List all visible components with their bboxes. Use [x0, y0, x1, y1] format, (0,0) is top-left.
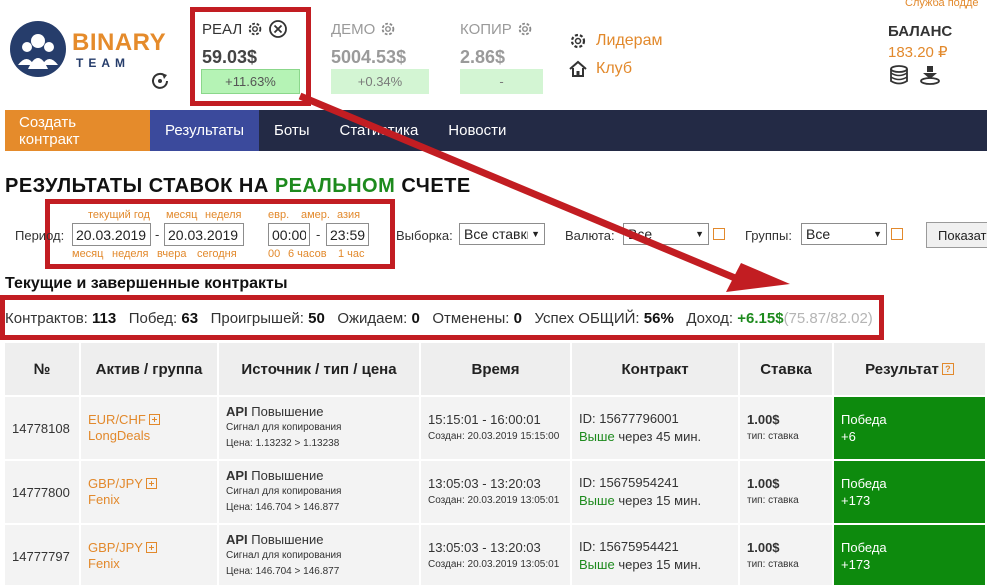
source-line: API Повышение — [226, 468, 324, 483]
asset-link[interactable]: GBP/JPY — [88, 540, 210, 556]
wins-label: Побед: — [128, 310, 178, 327]
row-result-cell: Победа +173 — [834, 461, 987, 523]
col-number[interactable]: № — [5, 343, 81, 395]
result-value: +173 — [841, 557, 871, 572]
col-stake[interactable]: Ставка — [740, 343, 834, 395]
col-time[interactable]: Время — [421, 343, 572, 395]
table-header: № Актив / группа Источник / тип / цена В… — [5, 343, 987, 395]
expand-icon — [148, 414, 160, 425]
asset-link[interactable]: EUR/CHF — [88, 412, 210, 428]
row-id: 14777800 — [5, 461, 81, 523]
cancelled-label: Отменены: — [432, 310, 510, 327]
row-stake-cell: 1.00$ тип: ставка — [740, 397, 834, 459]
stake-type: тип: ставка — [747, 559, 799, 570]
col-source[interactable]: Источник / тип / цена — [219, 343, 421, 395]
group-link[interactable]: Fenix — [88, 556, 210, 572]
section-title: Текущие и завершенные контракты — [5, 275, 288, 292]
row-result-cell: Победа +173 — [834, 525, 987, 585]
row-source-cell: API Повышение Сигнал для копирования Цен… — [219, 461, 421, 523]
contract-id: ID: 15677796001 — [579, 411, 679, 426]
table-row[interactable]: 14778108 EUR/CHF LongDeals API Повышение… — [5, 397, 987, 459]
table-row[interactable]: 14777797 GBP/JPY Fenix API Повышение Сиг… — [5, 525, 987, 585]
row-asset-cell: EUR/CHF LongDeals — [81, 397, 219, 459]
result-label: Победа — [841, 412, 887, 427]
row-asset-cell: GBP/JPY Fenix — [81, 461, 219, 523]
col-result[interactable]: Результат? — [834, 343, 987, 395]
contract-id: ID: 15675954241 — [579, 475, 679, 490]
stake-type: тип: ставка — [747, 431, 799, 442]
col-contract[interactable]: Контракт — [572, 343, 740, 395]
created-text: Создан: 20.03.2019 13:05:01 — [428, 559, 560, 570]
contract-id: ID: 15675954421 — [579, 539, 679, 554]
table-row[interactable]: 14777800 GBP/JPY Fenix API Повышение Сиг… — [5, 461, 987, 523]
source-line: API Повышение — [226, 532, 324, 547]
time-range: 15:15:01 - 16:00:01 — [428, 412, 541, 427]
stake-type: тип: ставка — [747, 495, 799, 506]
losses-count: 50 — [308, 310, 325, 327]
row-id: 14778108 — [5, 397, 81, 459]
contracts-count: 113 — [92, 310, 117, 327]
row-time-cell: 15:15:01 - 16:00:01 Создан: 20.03.2019 1… — [421, 397, 572, 459]
price-text: Цена: 146.704 > 146.877 — [226, 502, 340, 513]
time-range: 13:05:03 - 13:20:03 — [428, 476, 541, 491]
price-text: Цена: 146.704 > 146.877 — [226, 566, 340, 577]
stake-value: 1.00$ — [747, 540, 780, 555]
group-link[interactable]: LongDeals — [88, 428, 210, 444]
result-value: +6 — [841, 429, 856, 444]
signal-text: Сигнал для копирования — [226, 422, 342, 433]
row-contract-cell: ID: 15677796001 Выше через 45 мин. — [572, 397, 740, 459]
row-source-cell: API Повышение Сигнал для копирования Цен… — [219, 525, 421, 585]
wins-count: 63 — [181, 310, 199, 327]
group-link[interactable]: Fenix — [88, 492, 210, 508]
contracts-label: Контрактов: — [5, 310, 88, 327]
cancelled-count: 0 — [513, 310, 522, 327]
signal-text: Сигнал для копирования — [226, 486, 342, 497]
contract-direction: Выше через 15 мин. — [579, 493, 702, 508]
result-label: Победа — [841, 476, 887, 491]
expand-icon — [145, 478, 157, 489]
created-text: Создан: 20.03.2019 15:15:00 — [428, 431, 560, 442]
signal-text: Сигнал для копирования — [226, 550, 342, 561]
col-result-label: Результат — [865, 360, 939, 378]
source-line: API Повышение — [226, 404, 324, 419]
success-value: 56% — [643, 310, 674, 327]
asset-link[interactable]: GBP/JPY — [88, 476, 210, 492]
stats-bar: Контрактов: 113 Побед: 63 Проигрышей: 50… — [5, 310, 873, 327]
row-stake-cell: 1.00$ тип: ставка — [740, 525, 834, 585]
row-source-cell: API Повышение Сигнал для копирования Цен… — [219, 397, 421, 459]
income-label: Доход: — [686, 310, 734, 327]
income-value: +6.15$ — [737, 310, 784, 327]
waiting-count: 0 — [411, 310, 420, 327]
created-text: Создан: 20.03.2019 13:05:01 — [428, 495, 560, 506]
result-value: +173 — [841, 493, 871, 508]
waiting-label: Ожидаем: — [337, 310, 408, 327]
row-contract-cell: ID: 15675954421 Выше через 15 мин. — [572, 525, 740, 585]
success-label: Успех ОБЩИЙ: — [534, 310, 640, 327]
stake-value: 1.00$ — [747, 412, 780, 427]
help-icon[interactable]: ? — [941, 363, 954, 375]
row-asset-cell: GBP/JPY Fenix — [81, 525, 219, 585]
income-extra: (75.87/82.02) — [783, 310, 873, 327]
col-asset[interactable]: Актив / группа — [81, 343, 219, 395]
row-id: 14777797 — [5, 525, 81, 585]
losses-label: Проигрышей: — [210, 310, 304, 327]
row-contract-cell: ID: 15675954241 Выше через 15 мин. — [572, 461, 740, 523]
row-result-cell: Победа +6 — [834, 397, 987, 459]
contract-direction: Выше через 45 мин. — [579, 429, 702, 444]
row-stake-cell: 1.00$ тип: ставка — [740, 461, 834, 523]
contract-direction: Выше через 15 мин. — [579, 557, 702, 572]
stake-value: 1.00$ — [747, 476, 780, 491]
price-text: Цена: 1.13232 > 1.13238 — [226, 438, 340, 449]
result-label: Победа — [841, 540, 887, 555]
time-range: 13:05:03 - 13:20:03 — [428, 540, 541, 555]
expand-icon — [145, 542, 157, 553]
row-time-cell: 13:05:03 - 13:20:03 Создан: 20.03.2019 1… — [421, 525, 572, 585]
row-time-cell: 13:05:03 - 13:20:03 Создан: 20.03.2019 1… — [421, 461, 572, 523]
